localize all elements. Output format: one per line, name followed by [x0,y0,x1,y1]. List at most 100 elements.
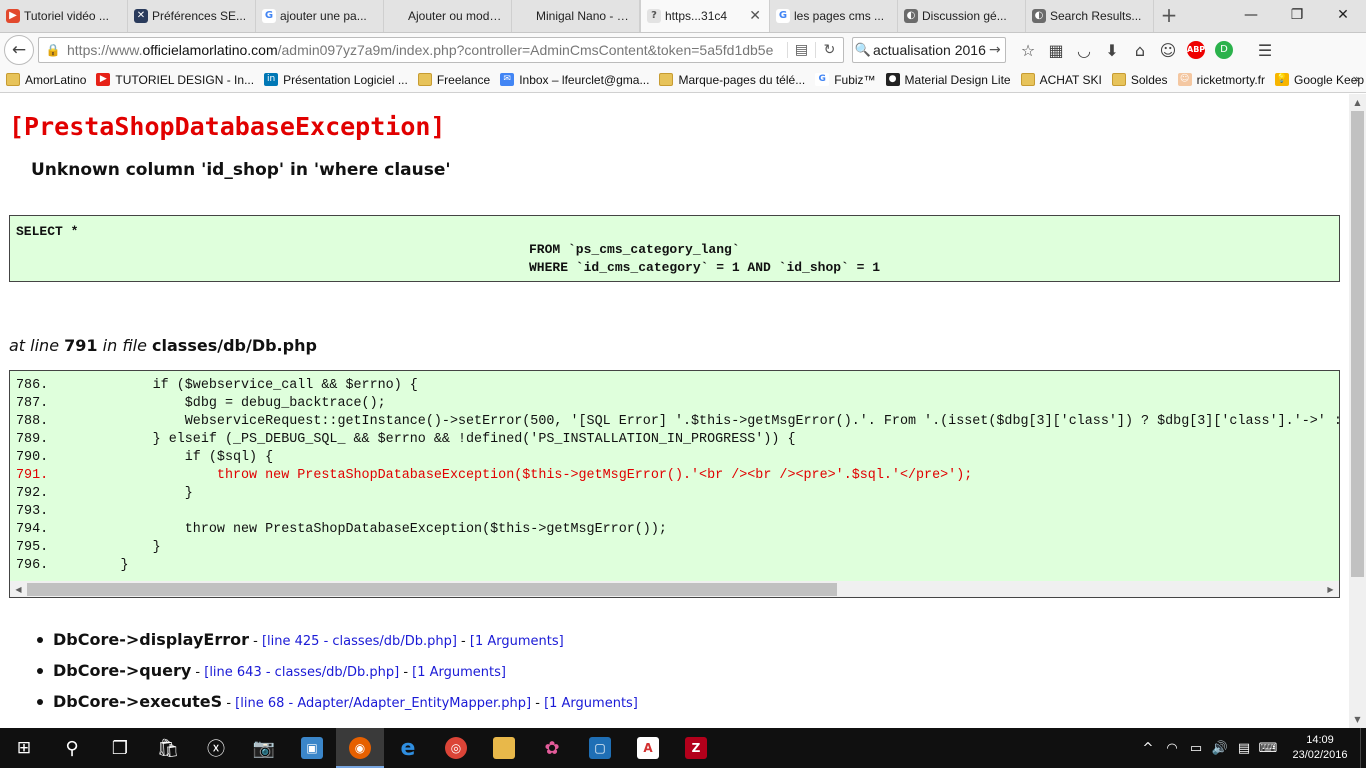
store-button[interactable]: 🛍 [144,728,192,768]
url-path: /admin097yz7a9m/index.php?controller=Adm… [277,42,774,58]
search-icon: 🔍 [854,42,872,58]
bookmark-item[interactable]: AmorLatino [6,73,86,87]
bookmark-item[interactable]: Freelance [417,73,490,87]
code-line-number: 796. [16,558,49,573]
bookmark-item[interactable]: Marque-pages du télé... [659,73,805,87]
tab-7[interactable]: ◐ Discussion gé... [898,0,1026,32]
tab-0[interactable]: ▶ Tutoriel vidéo ... [0,0,128,32]
tool-button[interactable]: ▢ [576,728,624,768]
back-button[interactable]: ← [4,35,34,65]
stack-arguments-link[interactable]: [1 Arguments] [544,696,638,711]
bookmark-item[interactable]: ☺ ricketmorty.fr [1177,73,1265,87]
pdf-icon: A [637,737,659,759]
close-window-button[interactable]: ✕ [1320,0,1366,32]
horizontal-scroll-thumb[interactable] [27,583,837,596]
tab-8[interactable]: ◐ Search Results... [1026,0,1154,32]
code-excerpt-box[interactable]: 786. if ($webservice_call && $errno) {78… [9,370,1340,598]
extension-icon[interactable]: D [1211,37,1237,63]
battery-icon[interactable]: ▭ [1185,741,1207,756]
restore-button[interactable]: ❐ [1274,0,1320,32]
menu-icon[interactable]: ☰ [1252,37,1278,63]
close-tab-icon[interactable]: ✕ [749,8,761,24]
adblock-icon[interactable]: ABP [1183,37,1209,63]
wifi-icon[interactable]: ◠ [1161,741,1183,756]
xbox-button[interactable]: ⓧ [192,728,240,768]
minimize-button[interactable]: — [1228,0,1274,32]
download-icon[interactable]: ⬇ [1099,37,1125,63]
bookmark-item[interactable]: G Fubiz™ [815,73,876,87]
camera-button[interactable]: 📷 [240,728,288,768]
tab-2[interactable]: Gajouter une pa... [256,0,384,32]
bookmark-item[interactable]: ACHAT SKI [1020,73,1102,87]
tab-4[interactable]: Minigal Nano - Mi... [512,0,640,32]
reader-view-icon[interactable]: ▤ [787,42,815,58]
stack-line-link[interactable]: [line 68 - Adapter/Adapter_EntityMapper.… [235,696,531,711]
filezilla-button[interactable]: Z [672,728,720,768]
chrome-button[interactable]: ◎ [432,728,480,768]
code-line: 790. if ($sql) { [16,449,1339,467]
scroll-up-icon[interactable]: ▲ [1349,94,1366,111]
bookmark-item[interactable]: Soldes [1111,73,1168,87]
bookmark-item[interactable]: in Présentation Logiciel ... [264,73,408,87]
new-tab-button[interactable]: + [1154,0,1184,32]
tab-1[interactable]: ✕ Préférences SE... [128,0,256,32]
bookmarks-more-icon[interactable]: » [1353,72,1360,86]
bookmark-item[interactable]: ✉ Inbox – lfeurclet@gma... [500,73,649,87]
bookmark-item[interactable]: 💡 Google Keep [1275,73,1364,87]
code-line-text: if ($webservice_call && $errno) { [88,378,418,393]
app-icon: ▣ [301,737,323,759]
tab-6[interactable]: Gles pages cms ... [770,0,898,32]
scroll-right-icon[interactable]: ▶ [1322,581,1339,597]
url-bar[interactable]: 🔒 https://www.officielamorlatino.com/adm… [38,37,844,63]
exception-title: [PrestaShopDatabaseException] [9,112,446,141]
bookmark-item[interactable]: ● Material Design Lite [885,73,1011,87]
horizontal-scrollbar[interactable]: ◀ ▶ [10,581,1339,597]
tab-5[interactable]: ? https...31c4 ✕ [640,0,770,32]
vertical-scrollbar[interactable]: ▲ ▼ [1349,94,1366,728]
stack-arguments-link[interactable]: [1 Arguments] [470,634,564,649]
clock[interactable]: 14:09 23/02/2016 [1280,733,1360,763]
home-icon[interactable]: ⌂ [1127,37,1153,63]
stack-line-link[interactable]: [line 425 - classes/db/Db.php] [262,634,457,649]
stack-function: DbCore->executeS [53,692,223,711]
chevron-up-icon[interactable]: ^ [1137,741,1159,756]
edge-icon: e [400,735,416,761]
stack-line-link[interactable]: [line 643 - classes/db/Db.php] [204,665,399,680]
firefox-button[interactable]: ◉ [336,728,384,768]
bookmark-item[interactable]: ▶ TUTORIEL DESIGN - In... [96,73,254,87]
notification-icon[interactable]: ▤ [1233,741,1255,756]
search-input[interactable]: actualisation 2016 [873,42,989,58]
vertical-scroll-thumb[interactable] [1351,111,1364,577]
bookmarks-list-icon[interactable]: ▦ [1043,37,1069,63]
acrobat-button[interactable]: A [624,728,672,768]
hello-icon[interactable]: ☺ [1155,37,1181,63]
bookmark-star-icon[interactable]: ☆ [1015,37,1041,63]
search-go-icon[interactable]: → [989,42,1005,58]
sql-line-3: WHERE `id_cms_category` = 1 AND `id_shop… [529,260,881,275]
scroll-down-icon[interactable]: ▼ [1349,711,1366,728]
keyboard-icon[interactable]: ⌨ [1257,741,1279,756]
tab-3[interactable]: Ajouter ou modifi... [384,0,512,32]
start-button[interactable]: ⊞ [0,728,48,768]
sql-line-1: SELECT * [16,224,79,239]
volume-icon[interactable]: 🔊 [1209,741,1231,756]
scroll-left-icon[interactable]: ◀ [10,581,27,597]
reload-icon[interactable]: ↻ [815,42,843,58]
code-line-number: 790. [16,450,49,465]
task-view-button[interactable]: ❐ [96,728,144,768]
stack-arguments-link[interactable]: [1 Arguments] [412,665,506,680]
search-bar[interactable]: 🔍 actualisation 2016 → [852,37,1006,63]
photos-button[interactable]: ✿ [528,728,576,768]
pocket-icon[interactable]: ◡ [1071,37,1097,63]
code-line-number: 788. [16,414,49,429]
firefox-icon: ◉ [349,737,371,759]
stack-trace-list: DbCore->displayError - [line 425 - class… [37,630,638,723]
edge-button[interactable]: e [384,728,432,768]
search-taskbar-button[interactable]: ⚲ [48,728,96,768]
url-text[interactable]: https://www.officielamorlatino.com/admin… [63,42,787,58]
at-line-label: at line [9,336,60,355]
file-explorer-button[interactable] [480,728,528,768]
google-icon: G [815,73,830,86]
code-line: 788. WebserviceRequest::getInstance()->s… [16,413,1339,431]
app-button[interactable]: ▣ [288,728,336,768]
